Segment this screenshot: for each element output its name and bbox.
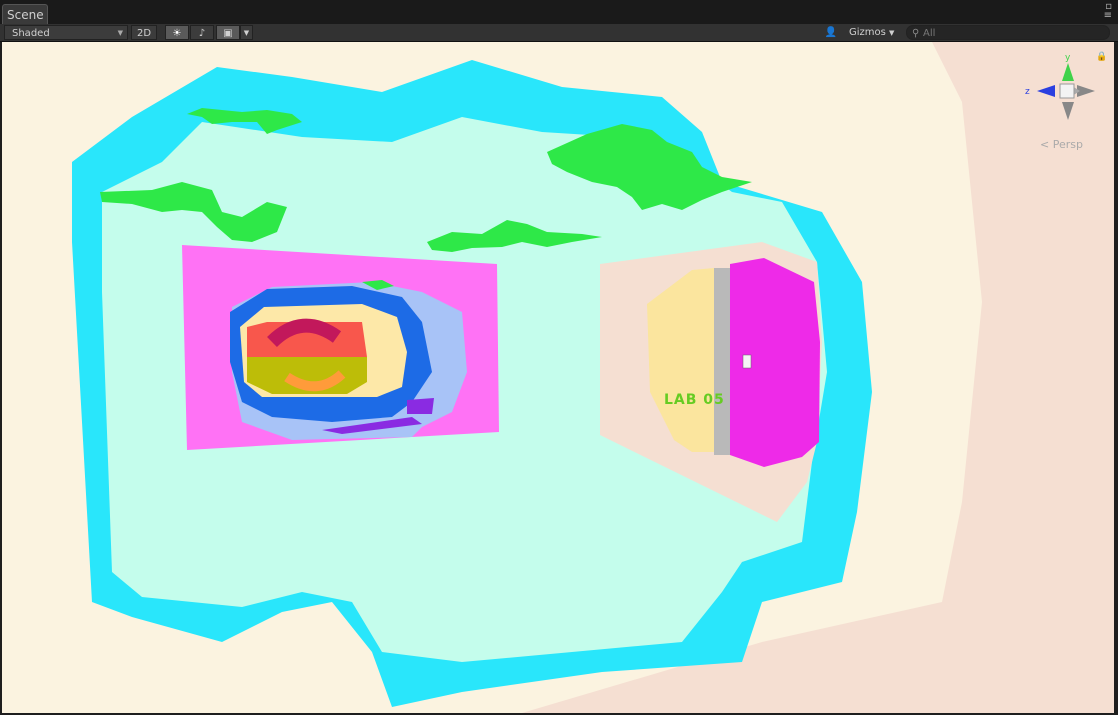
tab-scene[interactable]: Scene [2,4,48,24]
audio-toggle-button[interactable]: ♪ [190,25,214,40]
device-tab [407,398,434,414]
lock-icon[interactable]: 🔒 [1096,52,1107,62]
effects-dropdown-button[interactable]: ▼ [240,25,253,40]
scene-render [72,42,1114,713]
y-axis-cone [1062,63,1074,81]
draw-mode-dropdown[interactable]: Shaded ▼ [4,25,128,40]
tab-bar: Scene ▫ ≡ [0,0,1118,24]
chevron-down-icon: ▼ [117,29,123,37]
lighting-toggle-button[interactable]: ☀ [165,25,189,40]
sun-icon: ☀ [172,28,182,39]
z-axis-cone [1037,85,1055,97]
chevron-down-icon: ▼ [889,29,895,37]
search-placeholder: All [923,28,936,39]
door-handle [742,354,752,369]
door-sign: LAB 05 [664,392,725,408]
draw-mode-label: Shaded [12,28,50,39]
projection-text: Persp [1052,138,1083,151]
person-icon: 👤 [824,27,838,38]
speaker-icon: ♪ [198,28,206,39]
scene-visibility-button[interactable]: 👤 [820,25,842,40]
neg-y-axis-cone [1062,102,1074,120]
projection-label[interactable]: < Persp [1040,138,1083,151]
axis-y-label: y [1065,53,1071,63]
gizmo-center [1059,83,1075,99]
orientation-gizmo[interactable]: y z < Persp [1020,48,1115,158]
2d-toggle-button[interactable]: 2D [131,25,157,40]
chevron-down-icon: ▼ [243,29,250,37]
gizmos-dropdown[interactable]: Gizmos ▼ [845,25,901,40]
effects-toggle-button[interactable]: ▣ [216,25,240,40]
gizmos-label: Gizmos [849,27,886,38]
image-icon: ▣ [223,28,233,39]
search-icon: ⚲ [912,28,920,39]
door-jamb [714,268,730,455]
window-menu-icon[interactable]: ▫ ≡ [1104,2,1112,21]
search-input[interactable]: ⚲ All [906,25,1110,40]
scene-window: Scene ▫ ≡ Shaded ▼ 2D ☀ ♪ ▣ ▼ 👤 Gizmos ▼ … [0,0,1118,715]
scene-viewport[interactable]: LAB 05 [2,42,1114,713]
axis-z-label: z [1025,87,1030,97]
scene-toolbar: Shaded ▼ 2D ☀ ♪ ▣ ▼ 👤 Gizmos ▼ ⚲ All [0,24,1118,42]
